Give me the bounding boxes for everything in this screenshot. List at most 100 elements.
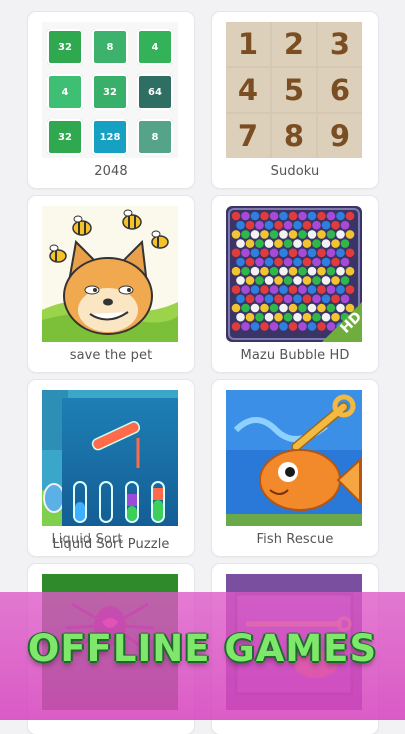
bubble [279,211,288,221]
bubble [345,248,355,258]
game-card-fish-rescue[interactable]: Fish Rescue [212,380,378,556]
bubble [231,322,241,331]
bubble [274,276,283,285]
bubble [302,294,312,304]
bubble [293,276,302,285]
game-thumbnail-fish-rescue [226,390,362,526]
bubble [331,220,340,230]
bubble [293,239,302,248]
bubble [241,303,250,313]
game-card-liquid-sort-puzzle[interactable]: Liquid Sort Puzzle Liquid Sort [28,380,194,556]
bubble [255,239,264,248]
bubble [312,239,321,248]
bubble [326,285,336,294]
bubble [245,312,255,322]
bubble [241,285,250,294]
bubble [260,303,269,313]
bubble [283,220,293,230]
bubble [264,239,274,248]
bubble [241,211,250,221]
bubble [307,285,317,294]
bubble [288,266,298,276]
bubble [336,230,345,239]
bubble [231,266,241,276]
bubble [345,230,355,239]
bubble [302,220,312,230]
bubble [298,211,307,221]
bubble [236,312,245,322]
sudoku-cell: 8 [272,114,316,158]
game-thumbnail-liquid-sort [42,390,178,526]
bubble [317,211,326,221]
bubble [264,294,274,304]
bubble [279,322,288,331]
game-title: save the pet [69,348,153,363]
bubble [312,257,321,267]
bubble [298,230,307,239]
game-card-sudoku[interactable]: 1 2 3 4 5 6 7 8 9 Sudoku [212,12,378,188]
bubble [260,266,269,276]
bubble [321,312,331,322]
bubble [279,285,288,294]
game-thumbnail-save-the-pet [42,206,178,342]
bubble [336,285,345,294]
bubble [260,322,269,331]
test-tubes-illustration [73,421,165,523]
game-thumbnail-sudoku: 1 2 3 4 5 6 7 8 9 [226,22,362,158]
bubble [255,257,264,267]
bubble [317,248,326,258]
bubble [317,230,326,239]
bubble [345,266,355,276]
bubble [293,294,302,304]
bubble [269,285,279,294]
bubble [283,294,293,304]
bubble [326,230,336,239]
tile: 4 [137,29,173,65]
bubble [250,285,260,294]
bubble [241,230,250,239]
tile: 4 [47,74,83,110]
game-card-save-the-pet[interactable]: save the pet [28,196,194,372]
game-card-mazu-bubble-hd[interactable]: HD Mazu Bubble HD [212,196,378,372]
bubble [283,276,293,285]
overlay-title: Liquid Sort [51,532,123,547]
bubble [245,257,255,267]
tile: 8 [137,119,173,155]
bubble [255,312,264,322]
game-card-2048[interactable]: 32 8 4 4 32 64 32 128 8 2048 [28,12,194,188]
bubble [288,248,298,258]
game-title: Sudoku [270,164,320,179]
bubble [345,211,355,221]
bubble [321,257,331,267]
bubble [331,257,340,267]
bubble [241,248,250,258]
bubble [321,276,331,285]
game-title: Mazu Bubble HD [240,348,350,363]
sudoku-cell: 4 [226,68,270,112]
sudoku-cell: 3 [318,22,362,66]
game-title: 2048 [94,164,128,179]
sudoku-cell: 7 [226,114,270,158]
bubble [236,276,245,285]
tile: 128 [92,119,128,155]
tile: 32 [47,119,83,155]
bubble [317,322,326,331]
bubble [302,276,312,285]
bubble [236,239,245,248]
bubble [307,303,317,313]
bubble [302,257,312,267]
sudoku-cell: 2 [272,22,316,66]
bubble [245,220,255,230]
fish-illustration [226,390,362,526]
bubble [283,257,293,267]
bubble [283,312,293,322]
bubble [331,239,340,248]
bubble [279,248,288,258]
bubble [250,322,260,331]
bubble [321,239,331,248]
bubble [326,266,336,276]
bubble [279,303,288,313]
bubble [331,294,340,304]
bubble [312,276,321,285]
bubble [274,257,283,267]
